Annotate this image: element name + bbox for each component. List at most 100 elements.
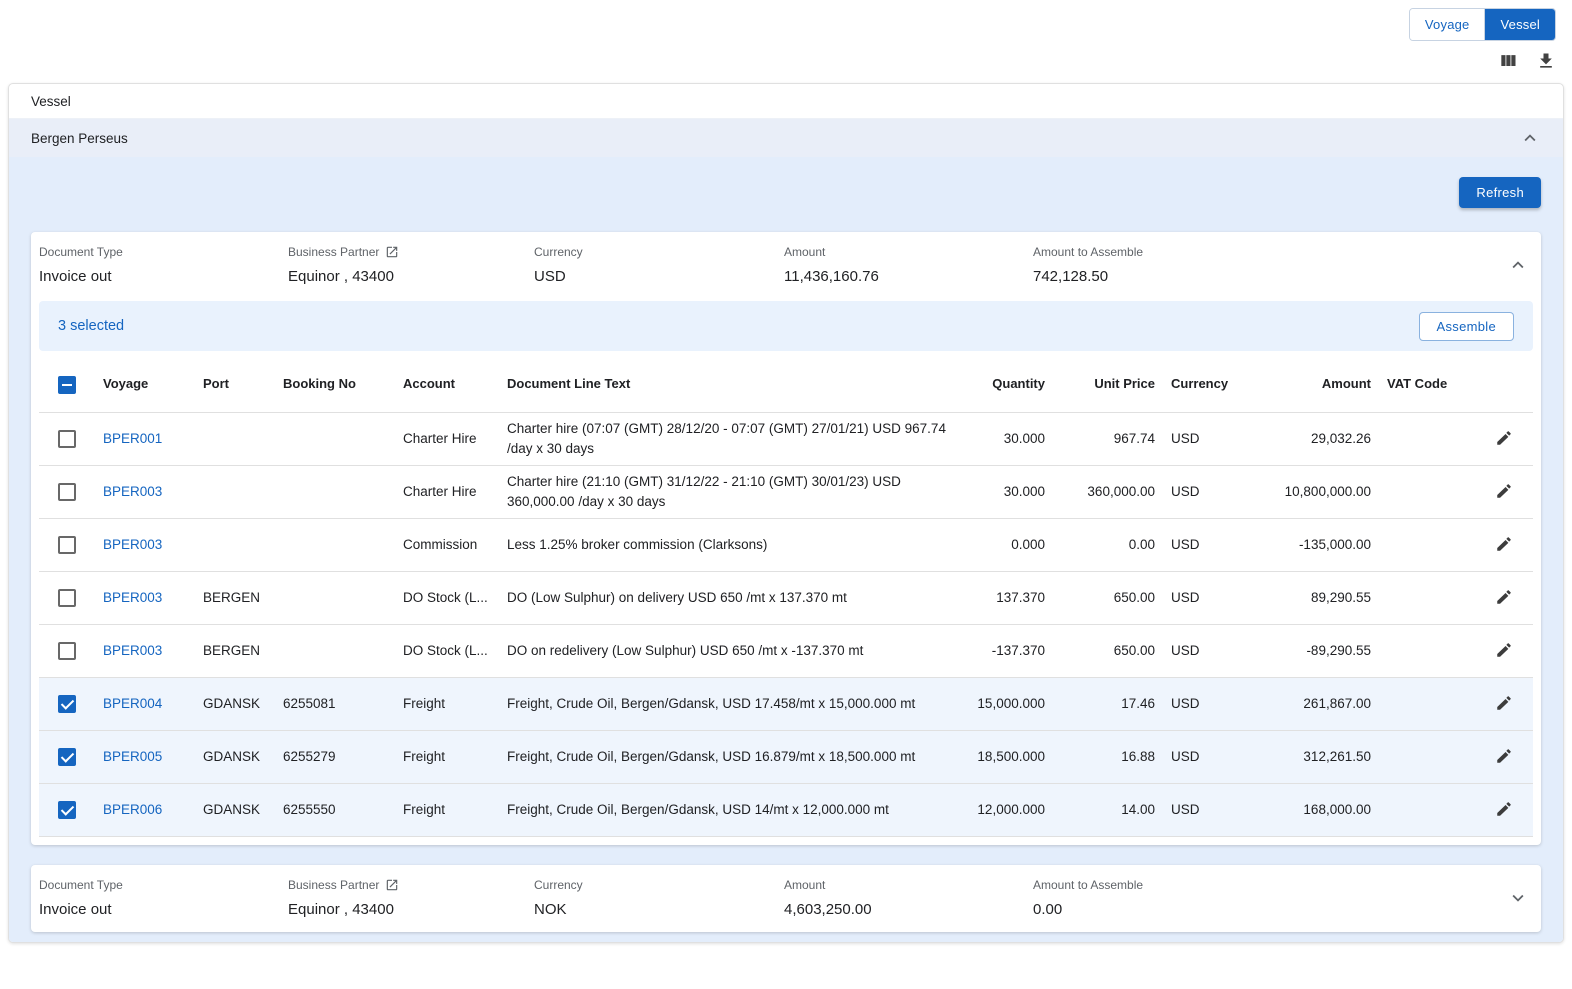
row-checkbox[interactable] [58, 536, 76, 554]
voyage-link[interactable]: BPER004 [103, 696, 162, 711]
amount-to-assemble-label: Amount to Assemble [1033, 245, 1481, 259]
quantity-cell: 0.000 [961, 518, 1053, 571]
vat-code-cell [1379, 571, 1475, 624]
booking-no-cell [275, 518, 395, 571]
edit-icon[interactable] [1490, 530, 1518, 558]
currency-cell: USD [1163, 465, 1255, 518]
account-cell: DO Stock (L... [395, 624, 499, 677]
chevron-up-icon[interactable] [1519, 127, 1541, 149]
external-link-icon[interactable] [385, 245, 399, 259]
refresh-row: Refresh [31, 177, 1541, 208]
field-amount-to-assemble: Amount to Assemble 742,128.50 [1033, 245, 1493, 285]
row-checkbox[interactable] [58, 430, 76, 448]
assemble-button[interactable]: Assemble [1419, 312, 1514, 341]
row-checkbox[interactable] [58, 748, 76, 766]
currency-cell: USD [1163, 624, 1255, 677]
vat-code-cell [1379, 783, 1475, 836]
unit-price-cell: 650.00 [1053, 624, 1163, 677]
line-text-cell: Freight, Crude Oil, Bergen/Gdansk, USD 1… [499, 730, 961, 783]
document-header: Document Type Invoice out Business Partn… [39, 865, 1533, 932]
unit-price-cell: 16.88 [1053, 730, 1163, 783]
toggle-voyage[interactable]: Voyage [1410, 9, 1485, 40]
voyage-link[interactable]: BPER003 [103, 590, 162, 605]
amount-to-assemble-value: 0.00 [1033, 901, 1481, 918]
edit-icon[interactable] [1490, 689, 1518, 717]
currency-cell: USD [1163, 412, 1255, 465]
line-text-cell: DO (Low Sulphur) on delivery USD 650 /mt… [499, 571, 961, 624]
amount-cell: 10,800,000.00 [1255, 465, 1379, 518]
document-type-value: Invoice out [39, 268, 276, 285]
voyage-link[interactable]: BPER003 [103, 537, 162, 552]
download-icon[interactable] [1532, 47, 1560, 75]
voyage-link[interactable]: BPER003 [103, 484, 162, 499]
table-row: BPER003 Commission Less 1.25% broker com… [39, 518, 1533, 571]
amount-cell: 312,261.50 [1255, 730, 1379, 783]
header-currency: Currency [1163, 357, 1255, 412]
amount-value: 4,603,250.00 [784, 901, 1021, 918]
edit-icon[interactable] [1490, 477, 1518, 505]
edit-icon[interactable] [1490, 795, 1518, 823]
row-checkbox[interactable] [58, 589, 76, 607]
quantity-cell: 12,000.000 [961, 783, 1053, 836]
document-type-label: Document Type [39, 878, 276, 892]
port-cell: BERGEN [195, 571, 275, 624]
row-checkbox[interactable] [58, 483, 76, 501]
top-toolbar: Voyage Vessel [0, 0, 1572, 41]
port-cell [195, 465, 275, 518]
field-business-partner: Business Partner Equinor , 43400 [288, 245, 534, 285]
amount-cell: 168,000.00 [1255, 783, 1379, 836]
vessel-accordion-header[interactable]: Bergen Perseus [9, 118, 1563, 157]
currency-cell: USD [1163, 677, 1255, 730]
voyage-link[interactable]: BPER006 [103, 802, 162, 817]
voyage-link[interactable]: BPER005 [103, 749, 162, 764]
expand-document-icon[interactable] [1503, 883, 1533, 913]
edit-icon[interactable] [1490, 636, 1518, 664]
toggle-vessel[interactable]: Vessel [1484, 9, 1555, 40]
vat-code-cell [1379, 465, 1475, 518]
row-checkbox[interactable] [58, 801, 76, 819]
edit-icon[interactable] [1490, 424, 1518, 452]
columns-icon[interactable] [1494, 47, 1522, 75]
table-header-row: Voyage Port Booking No Account Document … [39, 357, 1533, 412]
currency-label: Currency [534, 878, 772, 892]
header-booking-no: Booking No [275, 357, 395, 412]
edit-icon[interactable] [1490, 583, 1518, 611]
amount-value: 11,436,160.76 [784, 268, 1021, 285]
row-checkbox[interactable] [58, 642, 76, 660]
line-text-cell: Freight, Crude Oil, Bergen/Gdansk, USD 1… [499, 783, 961, 836]
document-header: Document Type Invoice out Business Partn… [39, 232, 1533, 299]
table-row: BPER006 GDANSK 6255550 Freight Freight, … [39, 783, 1533, 836]
field-currency: Currency NOK [534, 878, 784, 918]
line-items-body: BPER001 Charter Hire Charter hire (07:07… [39, 412, 1533, 836]
voyage-link[interactable]: BPER001 [103, 431, 162, 446]
quantity-cell: 137.370 [961, 571, 1053, 624]
document-type-value: Invoice out [39, 901, 276, 918]
currency-cell: USD [1163, 518, 1255, 571]
header-vat-code: VAT Code [1379, 357, 1475, 412]
business-partner-value: Equinor , 43400 [288, 268, 522, 285]
quantity-cell: 30.000 [961, 412, 1053, 465]
currency-label: Currency [534, 245, 772, 259]
booking-no-cell [275, 624, 395, 677]
voyage-link[interactable]: BPER003 [103, 643, 162, 658]
field-document-type: Document Type Invoice out [39, 878, 288, 918]
edit-icon[interactable] [1490, 742, 1518, 770]
row-checkbox[interactable] [58, 695, 76, 713]
amount-to-assemble-value: 742,128.50 [1033, 268, 1481, 285]
port-cell: BERGEN [195, 624, 275, 677]
external-link-icon[interactable] [385, 878, 399, 892]
currency-value: USD [534, 268, 772, 285]
business-partner-label: Business Partner [288, 245, 379, 259]
vat-code-cell [1379, 518, 1475, 571]
table-actions-bar [0, 41, 1572, 81]
unit-price-cell: 17.46 [1053, 677, 1163, 730]
refresh-button[interactable]: Refresh [1459, 177, 1541, 208]
collapse-document-icon[interactable] [1503, 250, 1533, 280]
vessel-panel: Vessel Bergen Perseus Refresh Document T… [8, 83, 1564, 943]
table-row: BPER003 BERGEN DO Stock (L... DO on rede… [39, 624, 1533, 677]
select-all-checkbox[interactable] [58, 376, 76, 394]
amount-to-assemble-label: Amount to Assemble [1033, 878, 1481, 892]
booking-no-cell: 6255081 [275, 677, 395, 730]
selection-count: 3 selected [58, 318, 124, 334]
line-text-cell: Charter hire (21:10 (GMT) 31/12/22 - 21:… [499, 465, 961, 518]
